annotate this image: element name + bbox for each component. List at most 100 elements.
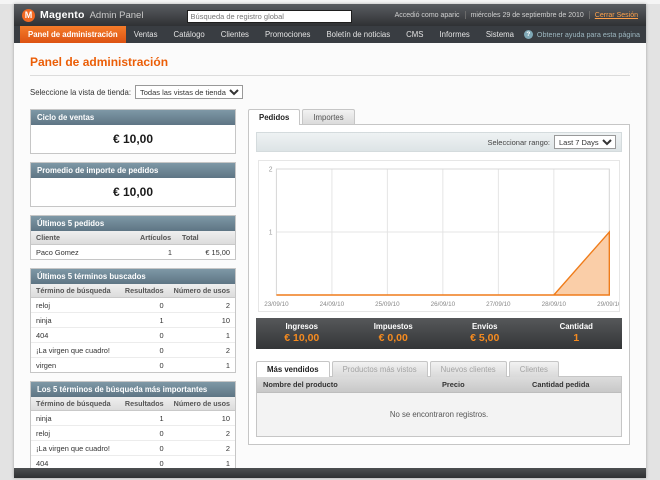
svg-text:1: 1 (269, 229, 273, 236)
top-search-table: Término de búsqueda Resultados Número de… (31, 397, 235, 468)
tab-new-customers[interactable]: Nuevos clientes (429, 361, 507, 377)
cell-uses: 10 (168, 410, 235, 426)
chart-tabs: Pedidos Importes (248, 109, 630, 125)
nav-item-newsletter[interactable]: Boletín de noticias (318, 26, 398, 43)
col-header: Resultados (119, 284, 169, 298)
last-orders-panel: Últimos 5 pedidos Cliente Artículos Tota… (30, 215, 236, 260)
range-selector-row: Seleccionar rango: Last 7 Days (256, 132, 622, 152)
table-row[interactable]: reloj 0 2 (31, 297, 235, 313)
nav-item-catalog[interactable]: Catálogo (166, 26, 213, 43)
current-date: miércoles 29 de septiembre de 2010 (470, 11, 584, 19)
empty-message: No se encontraron registros. (257, 392, 621, 436)
svg-text:26/09/10: 26/09/10 (431, 301, 456, 308)
table-header-row: Nombre del producto Precio Cantidad pedi… (257, 377, 621, 393)
total-quantity: Cantidad 1 (531, 322, 623, 344)
total-value: 1 (573, 332, 580, 344)
cell-results: 0 (119, 342, 169, 358)
nav-item-sales[interactable]: Ventas (126, 26, 166, 43)
range-label: Seleccionar rango: (487, 137, 550, 147)
range-select[interactable]: Last 7 Days (554, 135, 616, 149)
logo-text[interactable]: Magento (40, 9, 85, 21)
svg-text:25/09/10: 25/09/10 (375, 301, 400, 308)
svg-text:27/09/10: 27/09/10 (486, 301, 511, 308)
nav-item-reports[interactable]: Informes (432, 26, 478, 43)
help-icon: ? (523, 30, 533, 39)
logged-in-status: Accedió como aparic (394, 11, 460, 19)
store-view-select[interactable]: Todas las vistas de tienda (135, 85, 243, 99)
cell-term: ninja (31, 312, 120, 328)
table-row[interactable]: 404 0 1 (31, 455, 235, 468)
table-row[interactable]: ninja 1 10 (31, 410, 235, 426)
last-search-table: Término de búsqueda Resultados Número de… (31, 284, 235, 372)
store-view-row: Seleccione la vista de tienda: Todas las… (30, 85, 630, 99)
help-label: Obtener ayuda para esta página (536, 30, 640, 39)
main-nav: Panel de administración Ventas Catálogo … (14, 26, 646, 43)
table-row[interactable]: 404 0 1 (31, 327, 235, 343)
col-header: Artículos (135, 231, 177, 245)
nav-item-customers[interactable]: Clientes (213, 26, 257, 43)
tab-most-viewed[interactable]: Productos más vistos (331, 361, 428, 377)
table-row[interactable]: reloj 0 2 (31, 425, 235, 441)
tab-customers[interactable]: Clientes (508, 361, 559, 377)
nav-item-dashboard[interactable]: Panel de administración (20, 26, 126, 43)
table-row[interactable]: ¡La virgen que cuadro! 0 2 (31, 342, 235, 358)
cell-uses: 1 (168, 455, 235, 468)
separator (588, 11, 590, 19)
total-value: € 10,00 (284, 332, 320, 344)
cell-uses: 2 (168, 440, 235, 456)
magento-logo-icon[interactable]: M (22, 8, 35, 22)
orders-chart-panel: Seleccionar rango: Last 7 Days 1 2 23/09/1… (248, 124, 630, 445)
table-header-row: Término de búsqueda Resultados Número de… (31, 397, 235, 411)
cell-uses: 1 (168, 357, 235, 372)
total-shipping: Envíos € 5,00 (439, 322, 531, 344)
table-row[interactable]: ¡La virgen que cuadro! 0 2 (31, 440, 235, 456)
dashboard-columns: Ciclo de ventas € 10,00 Promedio de impo… (30, 109, 630, 468)
cell-uses: 2 (168, 425, 235, 441)
last-search-title: Últimos 5 términos buscados (31, 269, 235, 284)
cell-term: 404 (31, 455, 120, 468)
total-revenue: Ingresos € 10,00 (256, 322, 348, 344)
total-tax: Impuestos € 0,00 (348, 322, 440, 344)
cell-results: 0 (119, 455, 169, 468)
cell-results: 1 (119, 312, 169, 328)
svg-text:24/09/10: 24/09/10 (320, 301, 345, 308)
top-search-panel: Los 5 términos de búsqueda más important… (30, 381, 236, 468)
col-header: Número de usos (168, 397, 235, 411)
lifetime-sales-value: € 10,00 (112, 132, 154, 146)
lifetime-sales-panel: Ciclo de ventas € 10,00 (30, 109, 236, 154)
table-row[interactable]: ninja 1 10 (31, 312, 235, 328)
tab-amounts[interactable]: Importes (302, 109, 355, 125)
total-value: € 0,00 (378, 332, 408, 344)
cell-total: € 15,00 (177, 244, 235, 259)
dashboard-right-column: Pedidos Importes Seleccionar rango: Last… (248, 109, 630, 445)
nav-item-promotions[interactable]: Promociones (257, 26, 319, 43)
logo-suffix: Admin Panel (89, 9, 144, 21)
average-orders-panel: Promedio de importe de pedidos € 10,00 (30, 162, 236, 207)
svg-text:28/09/10: 28/09/10 (542, 301, 567, 308)
cell-results: 0 (119, 425, 169, 441)
products-tabs: Más vendidos Productos más vistos Nuevos… (256, 361, 622, 377)
global-search-input[interactable] (186, 10, 352, 23)
cell-term: reloj (31, 297, 120, 313)
cell-results: 0 (119, 327, 169, 343)
nav-item-system[interactable]: Sistema (478, 26, 522, 43)
page-title: Panel de administración (30, 47, 630, 76)
global-search (186, 6, 352, 24)
table-row[interactable]: Paco Gomez 1 € 15,00 (31, 244, 235, 259)
logout-link[interactable]: Cerrar Sesión (595, 12, 638, 19)
last-orders-table: Cliente Artículos Total Paco Gomez 1 € 1… (31, 231, 235, 259)
cell-term: ¡La virgen que cuadro! (31, 440, 120, 456)
col-header: Total (177, 231, 235, 245)
table-row[interactable]: virgen 0 1 (31, 357, 235, 372)
average-orders-title: Promedio de importe de pedidos (31, 163, 235, 178)
page-help-link[interactable]: ? Obtener ayuda para esta página (523, 26, 640, 43)
table-header-row: Cliente Artículos Total (31, 231, 235, 245)
cell-term: virgen (31, 357, 120, 372)
cell-customer: Paco Gomez (31, 244, 135, 259)
col-header: Término de búsqueda (31, 284, 120, 298)
tab-orders[interactable]: Pedidos (248, 109, 301, 125)
tab-bestsellers[interactable]: Más vendidos (256, 361, 330, 377)
cell-results: 0 (119, 357, 169, 372)
table-header-row: Término de búsqueda Resultados Número de… (31, 284, 235, 298)
nav-item-cms[interactable]: CMS (398, 26, 431, 43)
